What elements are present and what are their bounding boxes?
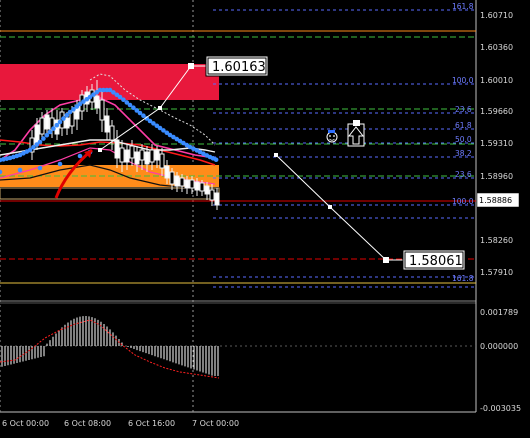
projection-node[interactable] xyxy=(98,148,102,152)
projection-node[interactable] xyxy=(328,205,332,209)
price-tick: 1.60360 xyxy=(480,43,513,52)
current-price-label: 1.58886 xyxy=(479,196,512,205)
projection-node[interactable] xyxy=(274,153,278,157)
supply-zone[interactable] xyxy=(0,64,219,100)
oscillator-signal-line xyxy=(0,319,220,379)
price-tick: 1.57910 xyxy=(480,268,513,277)
oscillator-axis: 0.001789 0.000000 -0.003035 xyxy=(480,308,521,413)
fib-label: 61.8 xyxy=(455,121,472,130)
fib-label: 50.0 xyxy=(455,135,472,144)
osc-tick: 0.000000 xyxy=(480,342,518,351)
time-axis: 6 Oct 00:00 6 Oct 08:00 6 Oct 16:00 7 Oc… xyxy=(2,419,239,428)
ma-dot xyxy=(17,167,23,173)
projection-node[interactable] xyxy=(158,106,162,110)
low-callout-label: 1.58061 xyxy=(409,254,463,269)
fib-label: 38.2 xyxy=(455,149,472,158)
ma-dot xyxy=(37,165,43,171)
ma-dot xyxy=(213,157,219,163)
oscillator-panel[interactable] xyxy=(0,316,476,379)
ma-dot xyxy=(41,136,46,141)
ma-dot xyxy=(37,139,43,145)
time-tick: 6 Oct 16:00 xyxy=(128,419,175,428)
ma-dot xyxy=(57,119,63,125)
fib-label: 23.6 xyxy=(455,105,472,114)
osc-tick: -0.003035 xyxy=(480,404,521,413)
price-tick: 1.60010 xyxy=(480,76,513,85)
fib-label: 100.0 xyxy=(452,76,474,85)
time-tick: 7 Oct 00:00 xyxy=(192,419,239,428)
osc-tick: 0.001789 xyxy=(480,308,518,317)
price-tick: 1.59310 xyxy=(480,139,513,148)
price-tick: 1.58960 xyxy=(480,172,513,181)
ma-dot xyxy=(57,161,63,167)
fib-label: 161.8 xyxy=(452,274,474,283)
price-tick: 1.59660 xyxy=(480,107,513,116)
price-tick: 1.60710 xyxy=(480,11,513,20)
high-callout-label: 1.60163 xyxy=(212,60,266,75)
fib-label: 100.0 xyxy=(452,197,474,206)
ma-dot xyxy=(51,126,56,131)
up-arrow-icon[interactable] xyxy=(347,120,365,147)
price-axis: 1.60710 1.60360 1.60010 1.59660 1.59310 … xyxy=(480,11,513,277)
ma-dot xyxy=(47,129,53,135)
current-price-box: 1.58886 xyxy=(476,192,520,208)
chart-canvas[interactable]: 161.8 100.0 23.6 61.8 50.0 38.2 23.6 100… xyxy=(0,0,530,438)
fib-label: 23.6 xyxy=(455,170,472,179)
time-tick: 6 Oct 08:00 xyxy=(64,419,111,428)
price-tick: 1.58260 xyxy=(480,236,513,245)
time-tick: 6 Oct 00:00 xyxy=(2,419,49,428)
ma-dot xyxy=(61,116,66,121)
fib-label: 161.8 xyxy=(452,2,474,11)
